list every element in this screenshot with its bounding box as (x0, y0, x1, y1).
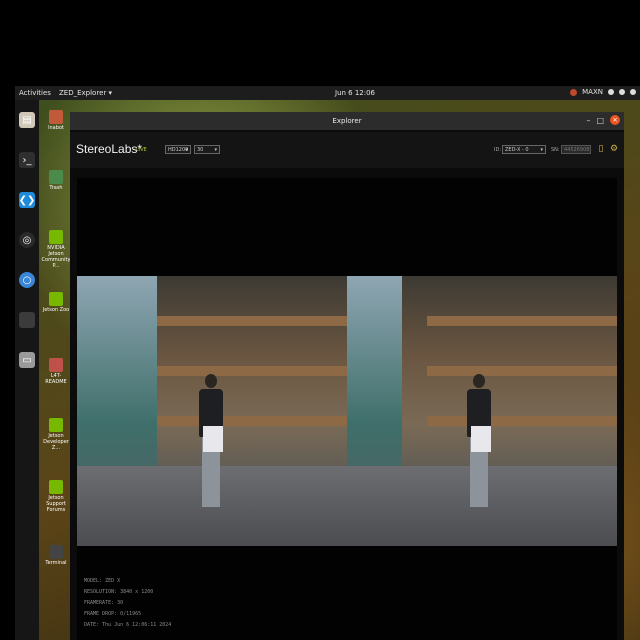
camera-id-select[interactable]: ZED-X - 0 ▾ (502, 145, 546, 154)
system-tray[interactable]: MAXN (570, 88, 636, 96)
maximize-icon[interactable]: □ (596, 116, 604, 125)
live-badge: LIVE (136, 147, 147, 153)
terminal-icon[interactable]: ›_ (19, 152, 35, 168)
desktop-icon[interactable]: Jetson Zoo (41, 292, 71, 313)
window-title: Explorer (332, 117, 362, 125)
serial-number-field: 44526908 (561, 145, 591, 154)
record-icon[interactable]: ▯ (596, 144, 606, 154)
nvidia-logo-icon (49, 418, 63, 432)
document-icon (49, 358, 63, 372)
desktop-icon[interactable]: Jetson Support Forums (41, 480, 71, 513)
power-icon[interactable] (630, 89, 636, 95)
desktop-icon[interactable]: Jetson Developer Z... (41, 418, 71, 451)
dock: ▤ ›_ ❮❯ ◎ ○ ▭ (15, 100, 39, 640)
chevron-down-icon: ▾ (540, 147, 543, 153)
explorer-window: Explorer – □ × StereoLabs* LIVE HD1200 ▾ … (70, 112, 624, 640)
chevron-down-icon: ▾ (185, 147, 188, 153)
info-resolution: RESOLUTION: 3840 x 1200 (84, 589, 154, 595)
blank-icon[interactable] (19, 312, 35, 328)
info-date: DATE: Thu Jun 6 12:06:11 2024 (84, 622, 172, 628)
desktop-icon[interactable]: Trash (41, 170, 71, 191)
fps-select[interactable]: 30 ▾ (194, 145, 220, 154)
drive-icon[interactable]: ▭ (19, 352, 35, 368)
right-camera-view (347, 276, 617, 546)
nvidia-logo-icon (49, 230, 63, 244)
window-titlebar[interactable]: Explorer – □ × (70, 112, 624, 130)
activities-button[interactable]: Activities (19, 89, 51, 97)
folder-icon (49, 110, 63, 124)
chromium-icon[interactable]: ○ (19, 272, 35, 288)
vscode-icon[interactable]: ❮❯ (19, 192, 35, 208)
resolution-select[interactable]: HD1200 ▾ (165, 145, 191, 154)
nvidia-logo-icon (49, 292, 63, 306)
clock[interactable]: Jun 6 12:06 (335, 89, 375, 97)
video-viewer: MODEL: ZED X RESOLUTION: 3840 x 1200 FRA… (77, 178, 617, 640)
info-framerate: FRAMERATE: 30 (84, 600, 124, 606)
network-icon[interactable] (608, 89, 614, 95)
window-controls: – □ × (586, 115, 620, 125)
info-model: MODEL: ZED X (84, 578, 121, 584)
info-frame-drop: FRAME DROP: 0/11965 (84, 611, 142, 617)
power-mode[interactable]: MAXN (582, 88, 603, 96)
files-icon[interactable]: ▤ (19, 112, 35, 128)
close-icon[interactable]: × (610, 115, 620, 125)
app-menu[interactable]: ZED_Explorer ▾ (59, 89, 112, 97)
trash-icon (49, 170, 63, 184)
person-figure (199, 374, 223, 536)
sn-label: SN: (551, 147, 560, 153)
minimize-icon[interactable]: – (586, 116, 590, 125)
desktop-icon[interactable]: L4T-README (41, 358, 71, 385)
left-camera-view (77, 276, 347, 546)
terminal-icon (49, 545, 63, 559)
volume-icon[interactable] (619, 89, 625, 95)
explorer-toolbar: StereoLabs* LIVE HD1200 ▾ 30 ▾ ID: ZED-X -… (70, 132, 624, 168)
obs-icon[interactable]: ◎ (19, 232, 35, 248)
desktop-icon[interactable]: lnabot (41, 110, 71, 131)
stereolabs-logo: StereoLabs* (76, 142, 143, 156)
settings-gear-icon[interactable]: ⚙ (609, 144, 619, 154)
nvidia-logo-icon (49, 480, 63, 494)
camera-info: MODEL: ZED X RESOLUTION: 3840 x 1200 FRA… (84, 576, 171, 631)
desktop-icon[interactable]: NVIDIA Jetson Community P... (41, 230, 71, 269)
chevron-down-icon: ▾ (214, 147, 217, 153)
nvidia-icon[interactable] (570, 88, 578, 96)
system-top-bar: Activities ZED_Explorer ▾ Jun 6 12:06 MA… (15, 86, 640, 100)
person-figure (467, 374, 491, 536)
id-label: ID: (494, 147, 502, 153)
desktop-icon[interactable]: Terminal (41, 545, 71, 566)
